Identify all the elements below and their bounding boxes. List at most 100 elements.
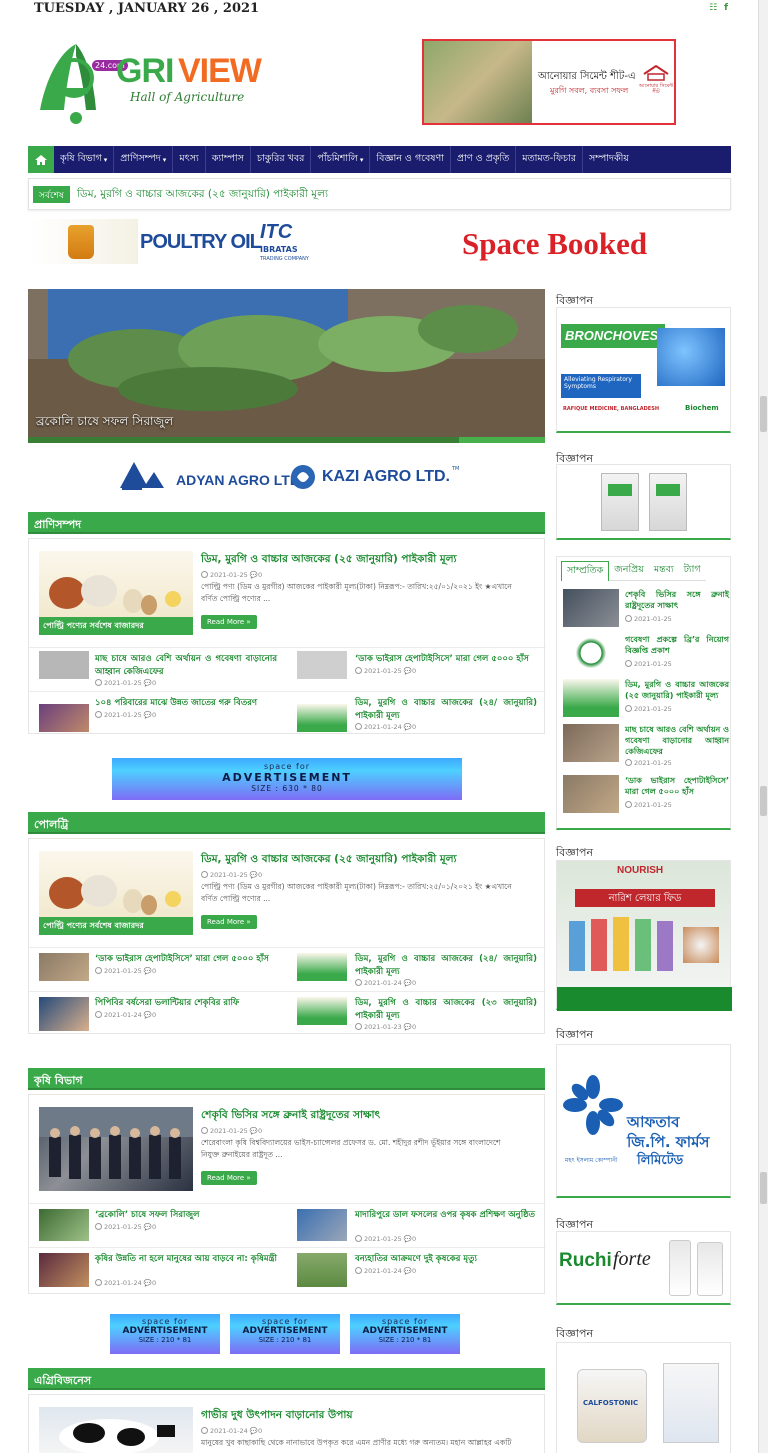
recent-item[interactable]: মাছ চাষে আরও বেশি অর্থায়ন ও গবেষণা বাড়… [563, 724, 729, 768]
thumb-rafi[interactable] [39, 997, 89, 1031]
recent-item[interactable]: ‘ডাক ভাইরাস হেপাটাইসিসে’ মারা গেল ৫০০০ হ… [563, 775, 729, 815]
item-title[interactable]: পিপিবির বর্ষসেরা ভলান্টিয়ার শেকৃবির রাফ… [95, 997, 277, 1010]
item-title[interactable]: ডিম, মুরগি ও বাচ্চার আজকের (২৩ জানুয়ারি… [355, 997, 537, 1023]
item-title[interactable]: ডিম, মুরগি ও বাচ্চার আজকের (২৪/ জানুয়ার… [355, 697, 537, 723]
nav-item-nature[interactable]: প্রাণ ও প্রকৃতি [451, 146, 517, 173]
ad-nourish[interactable]: NOURISH নারিশ লেয়ার ফিড [556, 860, 732, 1011]
nav-item-opinion[interactable]: মতামত-ফিচার [516, 146, 583, 173]
section-header-prani[interactable]: প্রাণিসম্পদ [28, 512, 545, 534]
item-title[interactable]: ‘ডাক ভাইরাস হেপাটাইসিসে’ মারা গেল ৫০০০ হ… [355, 653, 537, 666]
ad-calfostonic[interactable]: CALFOSTONIC [556, 1342, 731, 1453]
item-title[interactable]: মাদারিপুরে ডাল ফসলের ওপর কৃষক প্রশিক্ষণ … [355, 1209, 537, 1222]
recent-title[interactable]: ‘ডাক ভাইরাস হেপাটাইসিসে’ মারা গেল ৫০০০ হ… [625, 775, 729, 797]
comment-count: 0 [151, 711, 157, 719]
section-header-krishi[interactable]: কৃষি বিভাগ [28, 1068, 545, 1090]
recent-title[interactable]: মাছ চাষে আরও বেশি অর্থায়ন ও গবেষণা বাড়… [625, 724, 729, 757]
ad-space-small-2[interactable]: space for ADVERTISEMENT SIZE : 210 * 81 [230, 1314, 340, 1354]
anwar-brand-logo: আনোয়ার সিমেন্ট শীট [638, 64, 674, 101]
tab-tags[interactable]: ট্যাগ [678, 561, 706, 581]
breaking-headline[interactable]: ডিম, মুরগি ও বাচ্চার আজকের (২৫ জানুয়ারি… [77, 187, 328, 204]
thumb-poultry[interactable] [297, 953, 347, 981]
nav-item-science[interactable]: বিজ্ঞান ও গবেষণা [370, 146, 452, 173]
tab-popular[interactable]: জনপ্রিয় [609, 561, 649, 581]
recent-item[interactable]: গবেষণা প্রকল্পে ব্রি’র নিয়োগ বিজ্ঞপ্তি … [563, 634, 729, 674]
feature-title[interactable]: ডিম, মুরগি ও বাচ্চার আজকের (২৫ জানুয়ারি… [201, 852, 457, 869]
rss-icon[interactable]: ☷ [709, 3, 717, 13]
ad-poultry-oil[interactable]: POULTRY OIL ITC IBRATAS TRADING COMPANY [28, 219, 326, 264]
item-title[interactable]: ‘ডাক ভাইরাস হেপাটাইসিসে’ মারা গেল ৫০০০ হ… [95, 953, 277, 966]
scrollbar-thumb[interactable] [760, 786, 767, 816]
recent-title[interactable]: গবেষণা প্রকল্পে ব্রি’র নিয়োগ বিজ্ঞপ্তি … [625, 634, 729, 656]
nav-item-campus[interactable]: ক্যাম্পাস [206, 146, 251, 173]
excerpt-line-1: মানুষের খুব কাছাকাছি থেকে নানাভাবে উপকৃত… [201, 1438, 512, 1447]
site-logo[interactable]: 24.com GRI VIEW Hall of Agriculture [36, 38, 266, 128]
space-booked-ad[interactable]: Space Booked [462, 226, 647, 262]
recent-item[interactable]: শেকৃবি ভিসির সঙ্গে ব্রুনাই রাষ্ট্রদূতের … [563, 589, 729, 629]
ad-space-small-1[interactable]: space for ADVERTISEMENT SIZE : 210 * 81 [110, 1314, 220, 1354]
nav-item-prani[interactable]: প্রাণিসম্পদ ▾ [114, 146, 174, 173]
thumb-cattle[interactable] [39, 704, 89, 732]
ad-bronchovest[interactable]: BRONCHOVEST Alleviating Respiratory Symp… [556, 307, 731, 433]
header-ad-anwar-cement[interactable]: আনোয়ার সিমেন্ট শীট-এ মুরগি সবল, ব্যবসা … [422, 39, 676, 125]
read-more-button[interactable]: Read More » [201, 1171, 257, 1185]
recent-title[interactable]: ডিম, মুরগি ও বাচ্চার আজকের (২৫ জানুয়ারি… [625, 679, 729, 701]
featured-slider[interactable]: ব্রকোলি চাষে সফল সিরাজুল [28, 289, 545, 443]
ad-space-wide[interactable]: space for ADVERTISEMENT SIZE : 630 * 80 [112, 758, 462, 800]
section-header-agribusiness[interactable]: এগ্রিবিজনেস [28, 1368, 545, 1390]
thumb-elephant[interactable] [297, 1253, 347, 1287]
item-title[interactable]: ‘ব্রকোলি’ চাষে সফল সিরাজুল [95, 1209, 277, 1222]
thumb-duck[interactable] [297, 651, 347, 679]
section-header-poultry[interactable]: পোলট্রি [28, 812, 545, 834]
item-title[interactable]: ডিম, মুরগি ও বাচ্চার আজকের (২৪/ জানুয়ার… [355, 953, 537, 979]
feature-title[interactable]: গাভীর দুধ উৎপাদন বাড়ানোর উপায় [201, 1408, 353, 1425]
ad-space-small-3[interactable]: space for ADVERTISEMENT SIZE : 210 * 81 [350, 1314, 460, 1354]
thumb-minister[interactable] [39, 1253, 89, 1287]
recent-item[interactable]: ডিম, মুরগি ও বাচ্চার আজকের (২৫ জানুয়ারি… [563, 679, 729, 719]
nav-item-misc[interactable]: পাঁচমিশালি ▾ [311, 146, 371, 173]
page-scrollbar[interactable] [758, 0, 768, 1453]
thumb-kgf[interactable] [39, 651, 89, 679]
item-title[interactable]: বন্যহাতির আক্রমণে দুই কৃষকের মৃত্যু [355, 1253, 537, 1266]
kazi-logo-icon [291, 465, 315, 489]
item-title[interactable]: ১০৪ পরিবারের মাঝে উন্নত জাতের গরু বিতরণ [95, 697, 277, 710]
comment-count: 0 [151, 1279, 157, 1287]
ad-aftab[interactable]: আফতাব জি.পি. ফার্মস লিমিটেড মহৎ ইসলাম কো… [556, 1044, 731, 1198]
nav-item-jobs[interactable]: চাকুরির খবর [251, 146, 312, 173]
thumb-poultry[interactable] [297, 997, 347, 1025]
thumb-training[interactable] [297, 1209, 347, 1241]
thumb-poultry[interactable] [297, 704, 347, 732]
chevron-down-icon: ▾ [359, 155, 364, 164]
feature-title[interactable]: ডিম, মুরগি ও বাচ্চার আজকের (২৫ জানুয়ারি… [201, 552, 457, 569]
nav-item-editorial[interactable]: সম্পাদকীয় [583, 146, 635, 173]
read-more-button[interactable]: Read More » [201, 915, 257, 929]
feature-title[interactable]: শেকৃবি ভিসির সঙ্গে ব্রুনাই রাষ্ট্রদূতের … [201, 1108, 380, 1125]
nav-item-motsho[interactable]: মৎস্য [173, 146, 206, 173]
item-title[interactable]: কৃষির উন্নতি না হলে মানুষের আয় বাড়বে ন… [95, 1253, 277, 1266]
scrollbar-thumb[interactable] [760, 396, 767, 432]
facebook-icon[interactable]: f [724, 3, 728, 13]
ad-ruchi-forte[interactable]: Ruchi forte [556, 1231, 731, 1305]
clock-icon [201, 1427, 208, 1434]
item-title[interactable]: মাছ চাষে আরও বেশি অর্থায়ন ও গবেষণা বাড়… [95, 653, 277, 679]
ad-agro-brands[interactable]: ADYAN AGRO LTD. KAZI AGRO LTD. TM [112, 456, 462, 494]
feature-excerpt: পোল্ট্রি পণ্য (ডিম ও মুরগীর) আজকের পাইকা… [201, 881, 537, 905]
nav-home[interactable] [28, 146, 54, 173]
ad-feed-bags[interactable] [556, 464, 731, 540]
slider-caption[interactable]: ব্রকোলি চাষে সফল সিরাজুল [36, 413, 173, 433]
feature-image-cow[interactable] [39, 1407, 193, 1453]
feature-excerpt: পোল্ট্রি পণ্য (ডিম ও মুরগীর) আজকের পাইকা… [201, 581, 537, 605]
adv-line-1: space for [263, 762, 310, 771]
slider-progress [28, 437, 545, 443]
feed-bag-2 [649, 473, 687, 531]
tab-recent[interactable]: সাম্প্রতিক [561, 561, 610, 581]
feature-image-meeting[interactable] [39, 1107, 193, 1191]
feature-image-poultry[interactable]: পোল্ট্রি পণ্যের সর্বশেষ বাজারদর [39, 851, 193, 935]
thumb-broccoli[interactable] [39, 1209, 89, 1241]
read-more-button[interactable]: Read More » [201, 615, 257, 629]
tab-comments[interactable]: মন্তব্য [648, 561, 679, 581]
thumb-duck[interactable] [39, 953, 89, 981]
nav-item-krishi[interactable]: কৃষি বিভাগ ▾ [54, 146, 115, 173]
recent-title[interactable]: শেকৃবি ভিসির সঙ্গে ব্রুনাই রাষ্ট্রদূতের … [625, 589, 729, 611]
feature-image-poultry[interactable]: পোল্ট্রি পণ্যের সর্বশেষ বাজারদর [39, 551, 193, 635]
scrollbar-thumb[interactable] [760, 1172, 767, 1204]
